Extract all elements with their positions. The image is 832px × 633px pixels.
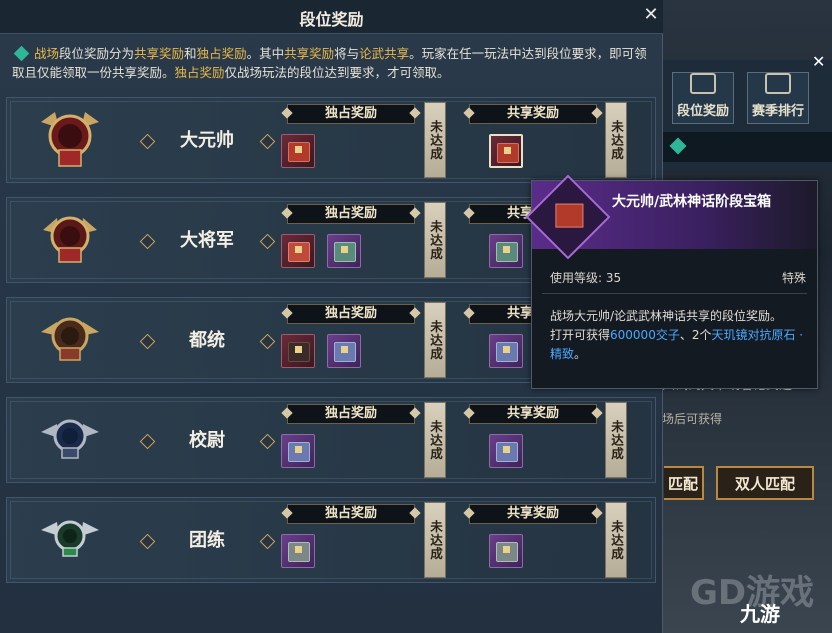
item-tooltip: 大元帅/武林神话阶段宝箱 使用等级: 35 特殊 战场大元帅/论武武林神话共享的…	[525, 174, 818, 389]
reward-item-blue-box[interactable]	[281, 434, 315, 468]
rank-badge-icon	[43, 216, 97, 263]
tooltip-type: 特殊	[782, 271, 807, 285]
chest-icon	[496, 342, 518, 362]
not-reached-tag: 未达成	[424, 302, 446, 378]
chest-icon	[496, 442, 518, 462]
tooltip-description: 战场大元帅/论武武林神话共享的段位奖励。 打开可获得600000交子、2个天玑镜…	[550, 309, 804, 361]
rank-badge-icon	[41, 419, 99, 459]
match-button[interactable]: 匹配	[664, 466, 704, 500]
shared-reward-header: 共享奖励	[469, 404, 597, 424]
shared-reward-header: 共享奖励	[469, 504, 597, 524]
not-reached-tag: 未达成	[424, 402, 446, 478]
info-diamond-icon	[13, 45, 30, 62]
rank-badge-icon	[41, 112, 99, 167]
exclusive-reward-header: 独占奖励	[287, 104, 415, 124]
page-title: 段位奖励	[299, 10, 364, 29]
reward-item-gray-box[interactable]	[281, 534, 315, 568]
reward-item-gray-box[interactable]	[489, 534, 523, 568]
chest-icon	[690, 73, 716, 94]
chest-icon	[334, 242, 356, 262]
background-close-icon[interactable]: ✕	[812, 52, 825, 71]
rank-badge-icon	[41, 520, 99, 557]
exclusive-reward-header: 独占奖励	[287, 404, 415, 424]
reward-item-red-box-selected[interactable]	[489, 134, 523, 168]
not-reached-tag: 未达成	[605, 102, 627, 178]
not-reached-tag: 未达成	[605, 402, 627, 478]
chest-icon	[496, 242, 518, 262]
tooltip-title: 大元帅/武林神话阶段宝箱	[612, 194, 772, 210]
watermark-logo: 九游	[740, 602, 780, 626]
reward-item-gift-box[interactable]	[281, 234, 315, 268]
chest-icon	[497, 143, 519, 163]
background-text: 场后可获得	[662, 412, 723, 426]
rank-row-tuan-lian: 团练 独占奖励 未达成 共享奖励 未达成	[6, 497, 656, 583]
reward-item-blue-box[interactable]	[489, 434, 523, 468]
rank-name: 大将军	[180, 230, 234, 251]
double-match-button[interactable]: 双人匹配	[716, 466, 814, 500]
rank-name: 都统	[189, 330, 225, 351]
not-reached-tag: 未达成	[424, 202, 446, 278]
not-reached-tag: 未达成	[605, 502, 627, 578]
exclusive-reward-header: 独占奖励	[287, 204, 415, 224]
rank-badge-icon	[41, 317, 99, 361]
trophy-icon	[765, 73, 791, 94]
reward-item-blue-box[interactable]	[489, 334, 523, 368]
exclusive-reward-header: 独占奖励	[287, 504, 415, 524]
info-text: 战场段位奖励分为共享奖励和独占奖励。其中共享奖励将与论武共享。玩家在任一玩法中达…	[12, 45, 647, 80]
gift-icon	[288, 242, 310, 262]
not-reached-tag: 未达成	[424, 102, 446, 178]
reward-item-tool[interactable]	[281, 334, 315, 368]
tooltip-level: 使用等级: 35	[550, 271, 622, 285]
reward-item-teal-box[interactable]	[489, 234, 523, 268]
chest-icon	[288, 142, 310, 162]
rank-name: 校尉	[189, 430, 225, 451]
reward-item-teal-box[interactable]	[327, 234, 361, 268]
tool-icon	[288, 342, 310, 362]
chest-icon	[288, 542, 310, 562]
reward-item-red-box[interactable]	[281, 134, 315, 168]
not-reached-tag: 未达成	[424, 502, 446, 578]
rank-name: 团练	[189, 530, 225, 551]
tab-season-ranking-background[interactable]: 赛季排行	[747, 72, 809, 124]
rank-row-da-yuan-shuai: 大元帅 独占奖励 未达成 共享奖励 未达成	[6, 97, 656, 183]
shared-reward-header: 共享奖励	[469, 104, 597, 124]
chest-icon	[496, 542, 518, 562]
rank-row-xiao-wei: 校尉 独占奖励 未达成 共享奖励 未达成	[6, 397, 656, 483]
exclusive-reward-header: 独占奖励	[287, 304, 415, 324]
close-icon[interactable]: ✕	[640, 4, 662, 26]
chest-icon	[288, 442, 310, 462]
reward-item-blue-box[interactable]	[327, 334, 361, 368]
tab-rank-reward-background[interactable]: 段位奖励	[672, 72, 734, 124]
rank-name: 大元帅	[180, 130, 234, 151]
divider	[542, 293, 807, 294]
chest-icon	[334, 342, 356, 362]
background-strip	[660, 132, 832, 162]
chest-icon	[555, 203, 584, 228]
